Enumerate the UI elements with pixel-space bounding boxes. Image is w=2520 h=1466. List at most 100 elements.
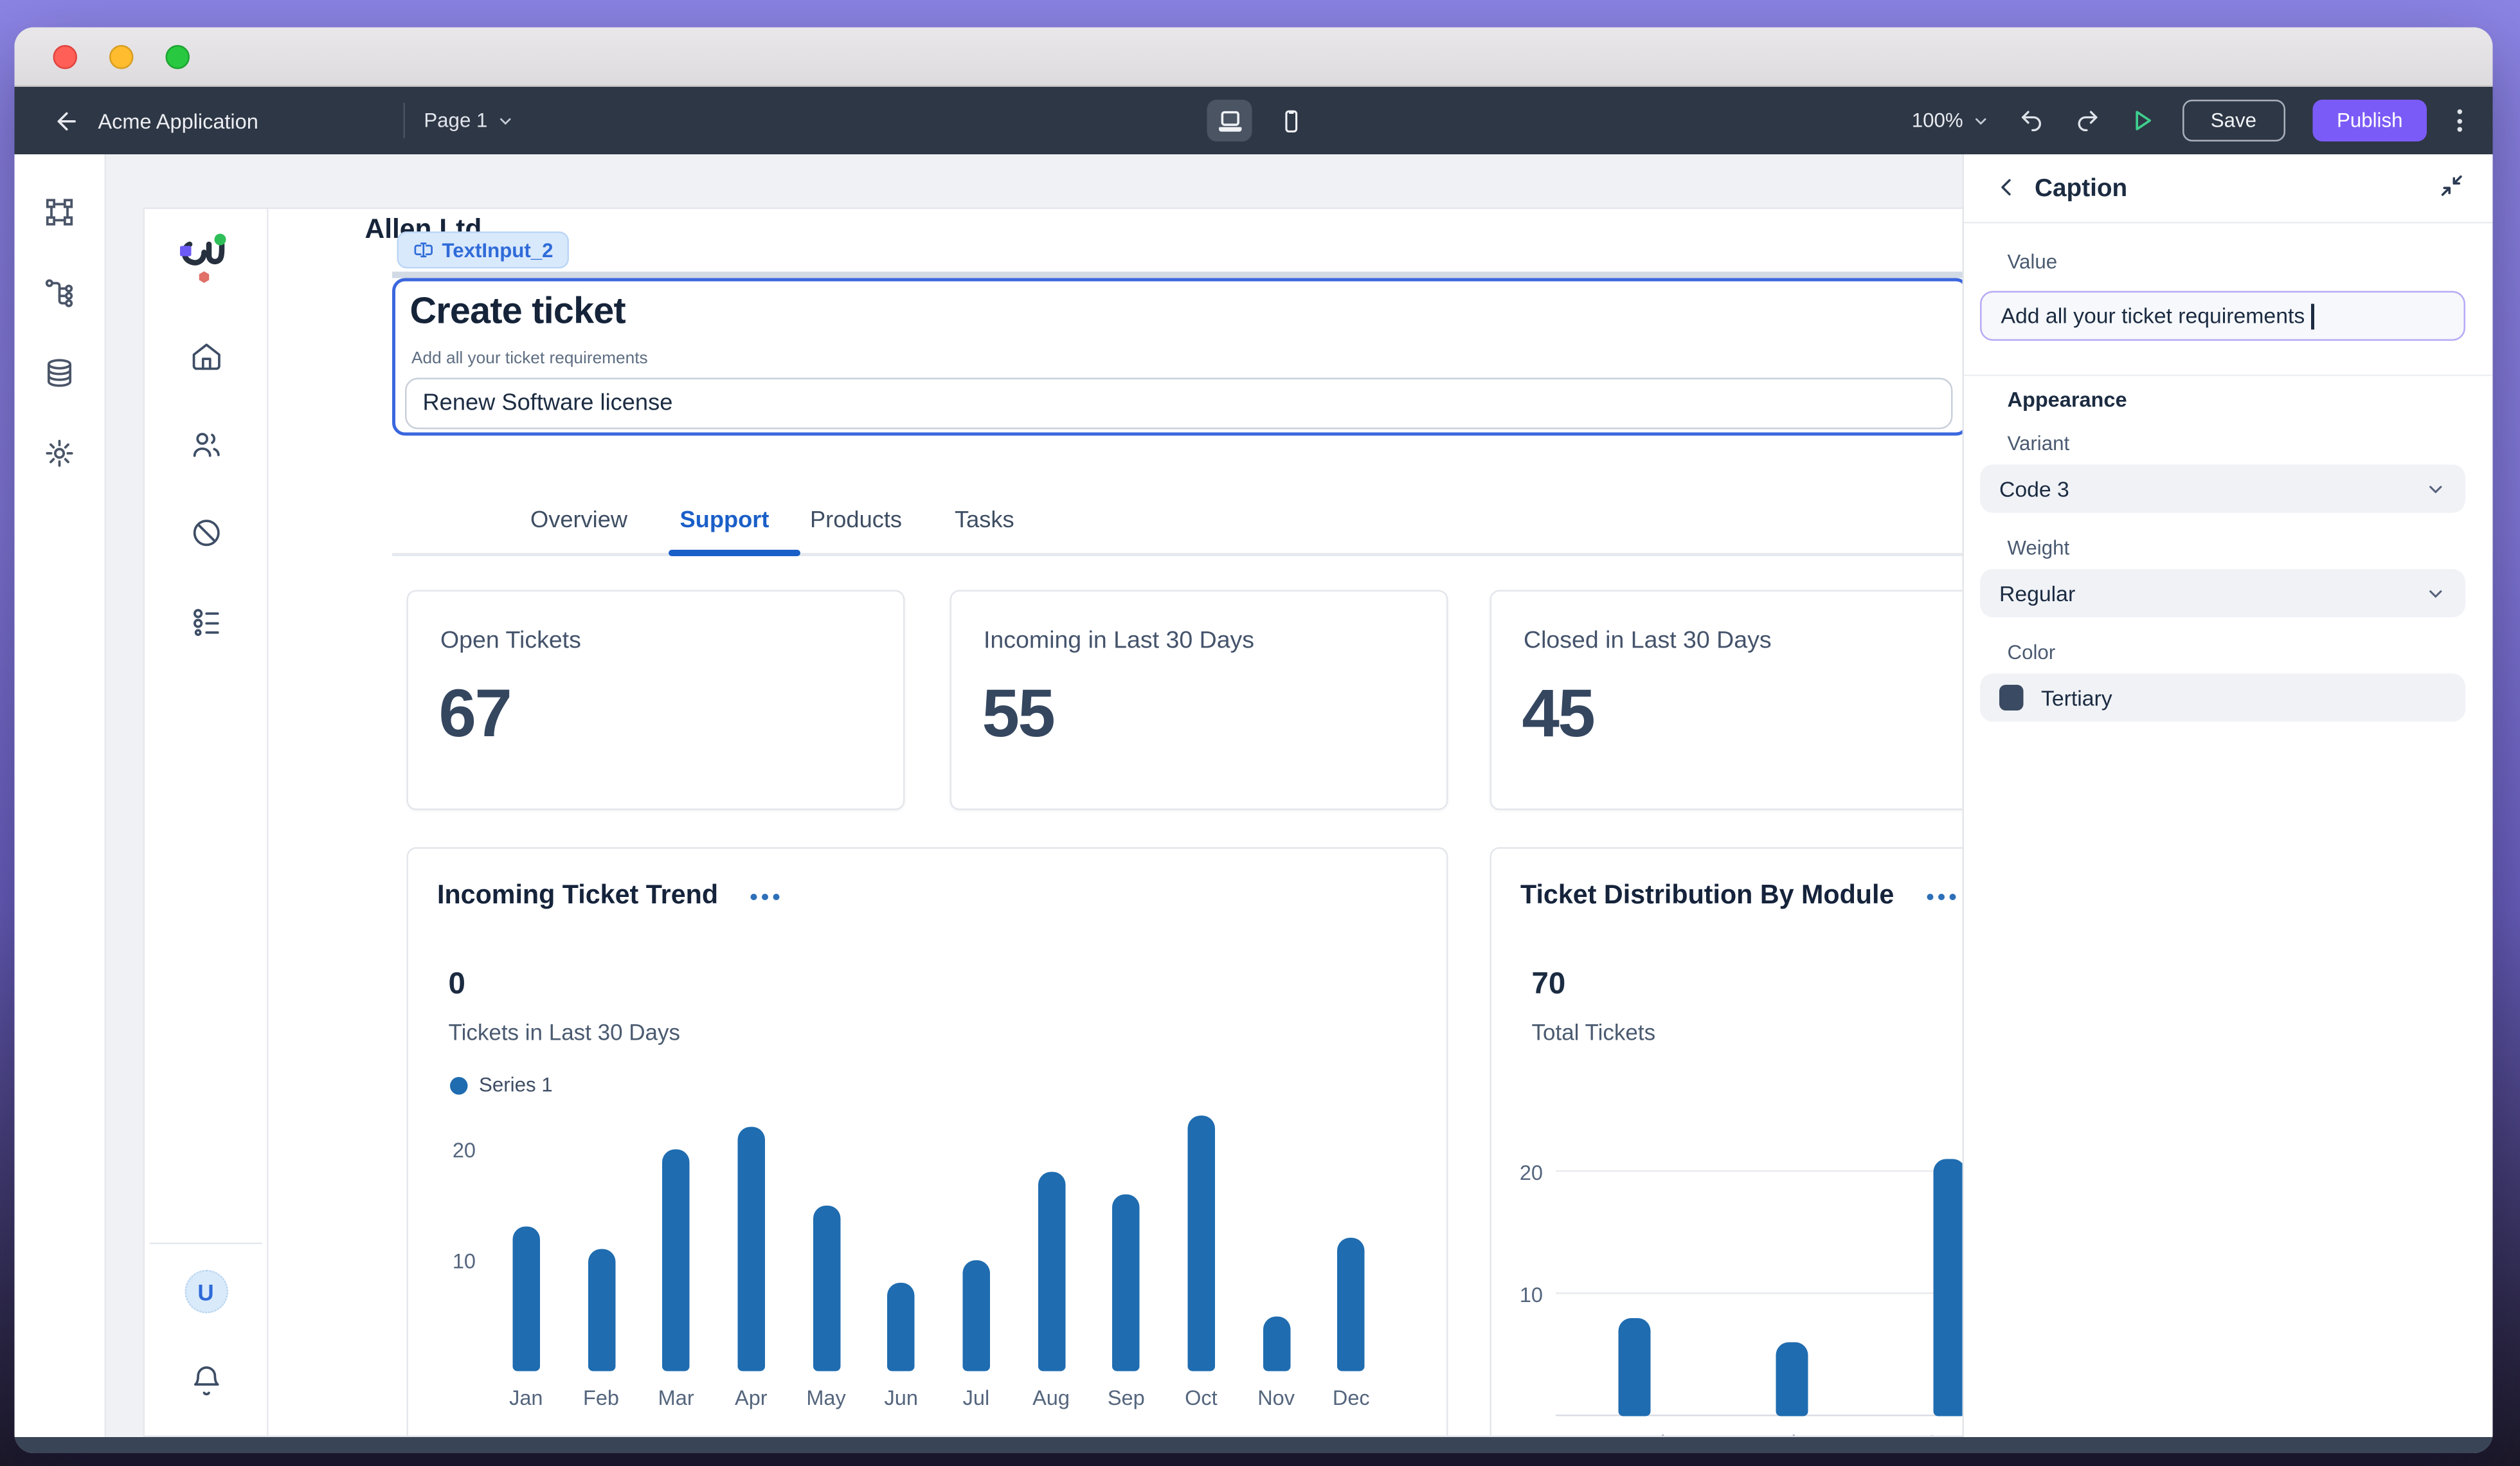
- sidebar-item-blocked[interactable]: [189, 516, 223, 558]
- tab-support[interactable]: Support: [680, 508, 770, 534]
- preview-run-button[interactable]: [2128, 106, 2154, 135]
- text-input-icon: [414, 240, 433, 259]
- publish-button[interactable]: Publish: [2312, 100, 2427, 141]
- text-caret: [2311, 303, 2314, 329]
- x-category-label: Mar: [658, 1386, 694, 1410]
- app-title: Acme Application: [98, 108, 258, 133]
- tab-overview[interactable]: Overview: [530, 508, 627, 534]
- widget-resize-strip[interactable]: [392, 271, 1963, 278]
- close-window-button[interactable]: [53, 45, 77, 69]
- stat-value: 67: [438, 675, 512, 751]
- chevron-down-icon: [500, 117, 512, 124]
- bar-Jul: [962, 1260, 990, 1371]
- notifications-bell-icon[interactable]: [189, 1365, 223, 1407]
- legend-label: Series 1: [479, 1074, 553, 1096]
- chart-title: Ticket Distribution By Module: [1520, 881, 1895, 910]
- selected-widget-badge[interactable]: TextInput_2: [397, 231, 570, 269]
- app-sidebar: U: [145, 209, 269, 1436]
- chart-kpi-value: 70: [1531, 968, 1566, 1002]
- x-category-label: Nov: [1257, 1386, 1295, 1410]
- bar-Nov: [1262, 1316, 1290, 1371]
- page-selector[interactable]: Page 1: [424, 109, 515, 132]
- stat-cards-row: Open Tickets 67 Incoming in Last 30 Days…: [406, 590, 1963, 810]
- chart-menu-ellipsis-icon[interactable]: [1923, 887, 1958, 906]
- bar-Oct: [1187, 1116, 1215, 1371]
- redo-icon: [2077, 111, 2097, 132]
- sidebar-item-home[interactable]: [189, 339, 223, 381]
- save-button[interactable]: Save: [2181, 100, 2285, 141]
- bar-slot: Apr: [714, 1098, 789, 1410]
- y-tick-label: 10: [452, 1249, 476, 1274]
- sidebar-item-tasks[interactable]: [189, 604, 223, 646]
- chart-kpi-label: Tickets in Last 30 Days: [448, 1019, 681, 1045]
- widget-inspector-panel: Caption Value Add all your ticket requir…: [1962, 154, 2493, 1437]
- stat-label: Closed in Last 30 Days: [1524, 627, 1772, 655]
- app-logo[interactable]: [177, 231, 235, 294]
- settings-gear-icon[interactable]: [44, 437, 76, 469]
- play-icon: [2135, 111, 2150, 131]
- bar-slot: Database: [1713, 1143, 1871, 1436]
- toolbar-divider: [402, 103, 405, 138]
- mobile-view-button[interactable]: [1268, 100, 1313, 141]
- bar-Feb: [587, 1249, 615, 1371]
- variant-select[interactable]: Code 3: [1980, 464, 2465, 513]
- bar-Data Backup: [1618, 1318, 1651, 1416]
- stat-value: 55: [982, 675, 1056, 751]
- chevron-down-icon: [2429, 589, 2442, 597]
- app-canvas: U Allen Ltd TextInput_2 Create ticket Ad…: [143, 207, 1963, 1437]
- back-arrow-icon[interactable]: [53, 107, 81, 134]
- page-tree-icon[interactable]: [44, 276, 76, 309]
- undo-button[interactable]: [2016, 108, 2045, 134]
- zoom-window-button[interactable]: [165, 45, 190, 69]
- chart-legend: Series 1: [450, 1074, 553, 1096]
- slash-circle-icon: [192, 520, 219, 547]
- y-tick-label: 10: [1519, 1283, 1543, 1307]
- more-options-kebab-icon[interactable]: [2454, 106, 2466, 135]
- stat-card-closed: Closed in Last 30 Days 45: [1490, 590, 1963, 810]
- bar-slot: Aug: [1014, 1098, 1089, 1410]
- variant-value: Code 3: [1999, 476, 2069, 501]
- collapse-panel-icon[interactable]: [2438, 172, 2466, 208]
- zoom-level-control[interactable]: 100%: [1912, 109, 1989, 132]
- bar-IT Support: [1933, 1159, 1963, 1416]
- x-category-label: IT Support: [1901, 1431, 1963, 1436]
- legend-dot-icon: [450, 1076, 468, 1094]
- page-selector-label: Page 1: [424, 109, 488, 132]
- user-avatar[interactable]: U: [184, 1270, 228, 1314]
- weight-value: Regular: [1999, 581, 2076, 606]
- minimize-window-button[interactable]: [109, 45, 134, 69]
- bar-slot: Data Backup: [1556, 1143, 1713, 1436]
- caption-value-input[interactable]: Add all your ticket requirements: [1980, 291, 2465, 341]
- selected-textinput-widget[interactable]: Create ticket Add all your ticket requir…: [392, 278, 1963, 436]
- tab-products[interactable]: Products: [810, 508, 902, 534]
- caption-value-text: Add all your ticket requirements: [2001, 303, 2305, 329]
- bar-plot: 10 20 Jan Feb Mar Apr May Jun Jul Aug Sep Oct Nov Dec: [453, 1098, 1389, 1410]
- ticket-text-input[interactable]: [405, 377, 1953, 430]
- color-picker-row[interactable]: Tertiary: [1980, 673, 2465, 722]
- incoming-ticket-trend-chart: Incoming Ticket Trend 0 Tickets in Last …: [406, 847, 1448, 1436]
- bar-slot: Sep: [1088, 1098, 1164, 1410]
- bar-slot: Jan: [489, 1098, 564, 1410]
- tab-tasks[interactable]: Tasks: [955, 508, 1014, 534]
- active-tab-underline: [669, 550, 800, 556]
- back-chevron-icon[interactable]: [1995, 176, 2019, 208]
- redo-button[interactable]: [2073, 108, 2102, 134]
- components-select-icon[interactable]: [44, 196, 76, 228]
- chart-menu-ellipsis-icon[interactable]: [747, 887, 782, 906]
- laptop-icon: [1218, 110, 1241, 131]
- sidebar-divider: [149, 1242, 262, 1244]
- database-icon[interactable]: [44, 357, 76, 389]
- section-divider: [1964, 374, 2493, 376]
- value-field-label: Value: [2007, 251, 2058, 273]
- x-category-label: May: [806, 1386, 846, 1410]
- app-content: Allen Ltd TextInput_2 Create ticket Add …: [269, 209, 1963, 1436]
- x-category-label: Sep: [1107, 1386, 1145, 1410]
- x-category-label: Dec: [1332, 1386, 1370, 1410]
- weight-select[interactable]: Regular: [1980, 569, 2465, 617]
- sidebar-item-users[interactable]: [189, 428, 223, 469]
- charts-row: Incoming Ticket Trend 0 Tickets in Last …: [406, 847, 1963, 1436]
- app-window: Acme Application Page 1 100% Save Publis…: [14, 27, 2493, 1453]
- x-category-label: Jun: [884, 1386, 918, 1410]
- bar-slot: Feb: [564, 1098, 639, 1410]
- desktop-view-button[interactable]: [1207, 100, 1252, 141]
